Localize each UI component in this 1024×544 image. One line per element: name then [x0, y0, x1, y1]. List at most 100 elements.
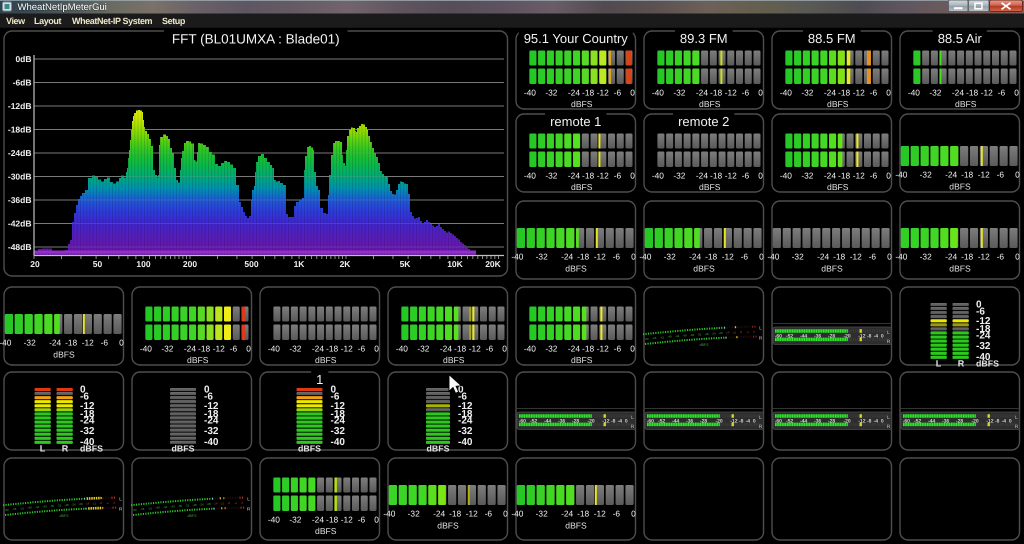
svg-text:-6: -6 — [997, 252, 1005, 262]
svg-text:-24: -24 — [711, 331, 715, 335]
svg-text:0: 0 — [1015, 170, 1020, 180]
svg-text:-32: -32 — [57, 503, 61, 507]
svg-text:-12: -12 — [858, 333, 865, 339]
svg-text:0: 0 — [881, 333, 884, 339]
svg-text:-24: -24 — [689, 252, 701, 262]
svg-text:Layout: Layout — [34, 16, 62, 26]
svg-text:-24: -24 — [976, 331, 991, 342]
svg-text:R: R — [1015, 424, 1019, 430]
svg-text:0: 0 — [631, 509, 636, 519]
svg-text:0: 0 — [886, 88, 891, 98]
svg-text:-12: -12 — [730, 418, 737, 424]
svg-text:0: 0 — [625, 418, 628, 424]
svg-text:dBFS: dBFS — [827, 182, 849, 192]
svg-text:-32: -32 — [920, 252, 932, 262]
svg-text:-28: -28 — [828, 418, 835, 424]
svg-text:dBFS: dBFS — [565, 521, 587, 531]
svg-text:R: R — [759, 424, 763, 430]
svg-text:-18: -18 — [454, 344, 466, 354]
svg-text:88.5 FM: 88.5 FM — [808, 31, 856, 46]
svg-text:-24: -24 — [561, 252, 573, 262]
svg-text:-36: -36 — [814, 333, 821, 339]
svg-text:-40: -40 — [204, 437, 219, 448]
svg-text:50: 50 — [93, 259, 103, 269]
svg-text:-20: -20 — [843, 333, 850, 339]
svg-text:-6: -6 — [870, 88, 878, 98]
svg-text:-24: -24 — [312, 515, 324, 525]
svg-text:-32: -32 — [792, 252, 804, 262]
svg-text:-24dB: -24dB — [8, 148, 32, 158]
svg-text:88.5 Air: 88.5 Air — [938, 31, 983, 46]
svg-text:L: L — [40, 444, 46, 454]
svg-text:-18: -18 — [326, 515, 338, 525]
svg-text:-44: -44 — [928, 418, 935, 424]
svg-text:-56: -56 — [12, 507, 16, 511]
svg-text:-18: -18 — [577, 252, 589, 262]
svg-text:dBFS: dBFS — [53, 350, 75, 360]
svg-text:-12: -12 — [722, 252, 734, 262]
svg-text:-40: -40 — [396, 344, 408, 354]
svg-text:dBFS: dBFS — [699, 99, 721, 109]
svg-text:-40: -40 — [43, 504, 47, 508]
svg-text:-6dB: -6dB — [13, 78, 32, 88]
svg-text:-20: -20 — [587, 418, 594, 424]
svg-text:-52: -52 — [914, 418, 921, 424]
svg-text:-24: -24 — [824, 88, 836, 98]
svg-text:-24: -24 — [433, 509, 445, 519]
svg-text:-36dB: -36dB — [8, 195, 32, 205]
svg-text:-12: -12 — [469, 344, 481, 354]
svg-text:20: 20 — [30, 259, 40, 269]
svg-text:-12: -12 — [466, 509, 478, 519]
svg-text:L: L — [247, 497, 250, 502]
svg-text:-18: -18 — [961, 252, 973, 262]
svg-text:-12: -12 — [978, 252, 990, 262]
svg-text:-12: -12 — [597, 171, 609, 181]
svg-text:0: 0 — [1009, 418, 1012, 424]
svg-text:-18: -18 — [966, 88, 978, 98]
svg-text:L: L — [887, 415, 890, 421]
svg-text:-12: -12 — [986, 418, 993, 424]
svg-text:-40: -40 — [780, 171, 792, 181]
svg-text:dBFS: dBFS — [60, 514, 70, 518]
svg-text:dBFS: dBFS — [693, 264, 715, 274]
svg-text:-40: -40 — [383, 509, 395, 519]
svg-text:-44: -44 — [163, 505, 167, 509]
svg-text:-8: -8 — [740, 330, 743, 334]
svg-text:-32: -32 — [331, 426, 346, 437]
svg-text:-24: -24 — [696, 88, 708, 98]
svg-text:5K: 5K — [400, 259, 412, 269]
svg-text:-12: -12 — [597, 88, 609, 98]
svg-text:dBFS: dBFS — [699, 182, 721, 192]
svg-text:-40: -40 — [511, 509, 523, 519]
svg-text:-24: -24 — [184, 344, 196, 354]
svg-text:-6: -6 — [613, 252, 621, 262]
svg-text:WheatNet-IP System: WheatNet-IP System — [72, 16, 153, 26]
svg-text:dBFS: dBFS — [443, 355, 465, 365]
svg-text:-32: -32 — [664, 252, 676, 262]
svg-text:-32: -32 — [536, 252, 548, 262]
svg-text:-12: -12 — [853, 171, 865, 181]
svg-text:-52: -52 — [786, 418, 793, 424]
svg-text:WheatNetIpMeterGui: WheatNetIpMeterGui — [18, 2, 107, 13]
svg-text:-40: -40 — [524, 171, 536, 181]
svg-text:1: 1 — [316, 372, 323, 387]
svg-text:-28: -28 — [700, 418, 707, 424]
svg-text:-18: -18 — [449, 509, 461, 519]
svg-text:-32: -32 — [545, 88, 557, 98]
svg-text:dBFS: dBFS — [571, 182, 593, 192]
svg-text:dBFS: dBFS — [427, 444, 450, 454]
svg-text:-6: -6 — [485, 509, 493, 519]
svg-text:0: 0 — [630, 344, 635, 354]
svg-text:-8: -8 — [100, 501, 103, 505]
svg-text:-6: -6 — [358, 344, 366, 354]
svg-text:dBFS: dBFS — [571, 99, 593, 109]
svg-text:0: 0 — [503, 509, 508, 519]
svg-text:0: 0 — [1015, 252, 1020, 262]
svg-text:95.1 Your Country: 95.1 Your Country — [524, 31, 629, 46]
svg-text:-24: -24 — [204, 416, 219, 427]
svg-text:-18: -18 — [961, 170, 973, 180]
svg-text:-60: -60 — [775, 333, 782, 339]
svg-text:-32: -32 — [80, 426, 95, 437]
svg-text:-24: -24 — [561, 509, 573, 519]
svg-text:-40: -40 — [171, 504, 175, 508]
